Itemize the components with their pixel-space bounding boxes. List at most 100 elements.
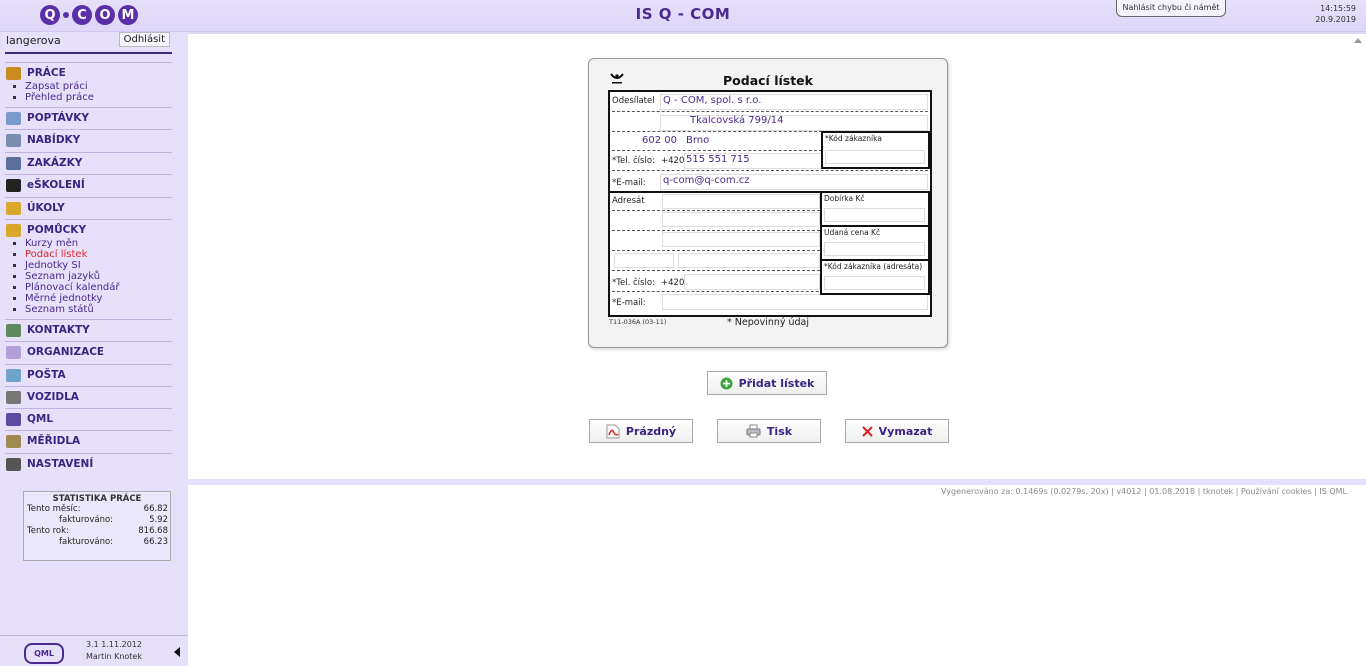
divider	[612, 210, 820, 211]
nav-section-nastaveni: NASTAVENÍ	[5, 453, 172, 474]
collapse-sidebar-icon[interactable]	[174, 647, 180, 657]
mail-icon	[6, 368, 21, 382]
submenu-link[interactable]: Kurzy měn	[13, 238, 172, 249]
nav-item-label: PRÁCE	[27, 67, 66, 79]
stats-label: Tento měsíc:	[27, 504, 81, 514]
stats-label: Tento rok:	[27, 526, 69, 536]
customer-code-field[interactable]	[825, 150, 925, 164]
nav-item-poptavky[interactable]: POPTÁVKY	[5, 108, 172, 128]
nav-item-nastaveni[interactable]: NASTAVENÍ	[5, 454, 172, 474]
nav-item-label: ORGANIZACE	[27, 346, 105, 358]
optional-note: * Nepovinný údaj	[727, 317, 810, 328]
sender-street-value: Tkalcovská 799/14	[690, 115, 784, 126]
version: 3.1 1.11.2012	[86, 640, 142, 649]
nav-section-vozidla: VOZIDLA	[5, 386, 172, 407]
sender-city-value: Brno	[686, 135, 710, 146]
nav-item-label: ÚKOLY	[27, 202, 65, 214]
submenu-link[interactable]: Zapsat práci	[13, 81, 172, 92]
delete-button[interactable]: Vymazat	[845, 419, 949, 443]
nav-item-pomucky[interactable]: POMŮCKY	[5, 222, 172, 238]
logo-letter: Q	[40, 5, 60, 25]
submenu-link[interactable]: Měrné jednotky	[13, 293, 172, 304]
add-slip-button[interactable]: Přidat lístek	[707, 371, 827, 395]
nav-item-posta[interactable]: POŠTA	[5, 365, 172, 385]
delete-label: Vymazat	[878, 424, 933, 438]
nav-item-organizace[interactable]: ORGANIZACE	[5, 342, 172, 362]
recipient-code-label: *Kód zákazníka (adresáta)	[824, 262, 923, 271]
nav-submenu-pomucky: Kurzy měn Podací lístek Jednotky SI Seznam …	[5, 238, 172, 315]
nav-submenu-prace: Zapsat práci Přehled práce	[5, 81, 172, 103]
bulb-icon	[6, 111, 21, 125]
nav-item-meridla[interactable]: MĚŘIDLA	[5, 431, 172, 451]
stats-row: fakturováno: 66.23	[24, 537, 170, 548]
nav-section-poptavky: POPTÁVKY	[5, 107, 172, 128]
sender-phone-prefix: +420	[661, 156, 685, 166]
declared-value-field[interactable]	[824, 242, 925, 256]
nav-item-kontakty[interactable]: KONTAKTY	[5, 320, 172, 340]
recipient-city-field[interactable]	[678, 253, 820, 268]
logo[interactable]: Q C O M	[40, 3, 141, 27]
nav-section-ukoly: ÚKOLY	[5, 197, 172, 218]
blank-pdf-button[interactable]: Prázdný	[589, 419, 693, 443]
nav-section-pomucky: POMŮCKY Kurzy měn Podací lístek Jednotky SI…	[5, 219, 172, 315]
user-row: langerova Odhlásit	[5, 32, 172, 54]
nav-item-prace[interactable]: PRÁCE	[5, 65, 172, 81]
scroll-up-icon[interactable]	[1354, 38, 1362, 43]
submenu-link[interactable]: Plánovací kalendář	[13, 282, 172, 293]
submenu-link[interactable]: Seznam států	[13, 304, 172, 315]
nav-item-eskoleni[interactable]: eŠKOLENÍ	[5, 175, 172, 195]
version-info: 3.1 1.11.2012 Martin Knotek	[86, 639, 142, 663]
submenu-link[interactable]: Přehled práce	[13, 92, 172, 103]
recipient-line2-field[interactable]	[662, 212, 820, 227]
recipient-phone-field[interactable]	[684, 274, 820, 290]
coins-icon	[6, 223, 21, 237]
plus-circle-icon	[720, 377, 733, 389]
nav-item-zakazky[interactable]: ZAKÁZKY	[5, 153, 172, 173]
declared-value-label: Udaná cena Kč	[824, 228, 881, 237]
nav-item-qml[interactable]: QML	[5, 409, 172, 429]
sender-name-value: Q - COM, spol. s r.o.	[663, 95, 762, 106]
recipient-code-field[interactable]	[824, 276, 925, 290]
nav-section-nabidky: NABÍDKY	[5, 129, 172, 150]
report-bug-button[interactable]: Nahlásit chybu či námět	[1116, 0, 1226, 17]
logout-button[interactable]: Odhlásit	[118, 32, 170, 47]
nav-section-zakazky: ZAKÁZKY	[5, 152, 172, 173]
recipient-email-field[interactable]	[662, 294, 928, 310]
divider	[612, 250, 820, 251]
nav-item-vozidla[interactable]: VOZIDLA	[5, 387, 172, 407]
nav-item-label: POPTÁVKY	[27, 112, 89, 124]
main-content: Podací lístek Odesílatel Q - COM, spol. …	[188, 32, 1366, 666]
ruler-icon	[6, 434, 21, 448]
stats-value: 816.68	[138, 526, 168, 536]
stats-row: Tento měsíc: 66.82	[24, 504, 170, 515]
recipient-zip-field[interactable]	[614, 253, 674, 268]
qml-logo[interactable]: QML	[24, 643, 64, 664]
recipient-name-field[interactable]	[662, 194, 820, 209]
submenu-link[interactable]: Podací lístek	[13, 249, 172, 260]
recipient-email-label: *E-mail:	[612, 298, 646, 308]
nav-item-label: KONTAKTY	[27, 324, 90, 336]
logo-letter: C	[72, 5, 92, 25]
recipient-street-field[interactable]	[662, 232, 820, 247]
add-slip-label: Přidat lístek	[738, 376, 815, 390]
nav-item-nabidky[interactable]: NABÍDKY	[5, 130, 172, 150]
sidebar-footer: QML 3.1 1.11.2012 Martin Knotek	[0, 635, 188, 666]
footer-band	[188, 479, 1366, 485]
stats-label: fakturováno:	[59, 537, 114, 547]
nav-item-ukoly[interactable]: ÚKOLY	[5, 198, 172, 218]
checklist-icon	[6, 201, 21, 215]
username: langerova	[6, 34, 61, 47]
customer-code-box: *Kód zákazníka	[821, 131, 930, 169]
cod-field[interactable]	[824, 208, 925, 222]
print-button[interactable]: Tisk	[717, 419, 821, 443]
nav-section-meridla: MĚŘIDLA	[5, 430, 172, 451]
sender-label: Odesílatel	[612, 96, 655, 106]
clock-time: 14:15:59	[1320, 4, 1356, 13]
stats-title: STATISTIKA PRÁCE	[52, 494, 142, 504]
submenu-link[interactable]: Jednotky SI	[13, 260, 172, 271]
submenu-link[interactable]: Seznam jazyků	[13, 271, 172, 282]
contacts-icon	[6, 323, 21, 337]
cod-box: Dobírka Kč	[820, 191, 930, 227]
nav-section-eskoleni: eŠKOLENÍ	[5, 174, 172, 195]
graduation-cap-icon	[6, 178, 21, 192]
